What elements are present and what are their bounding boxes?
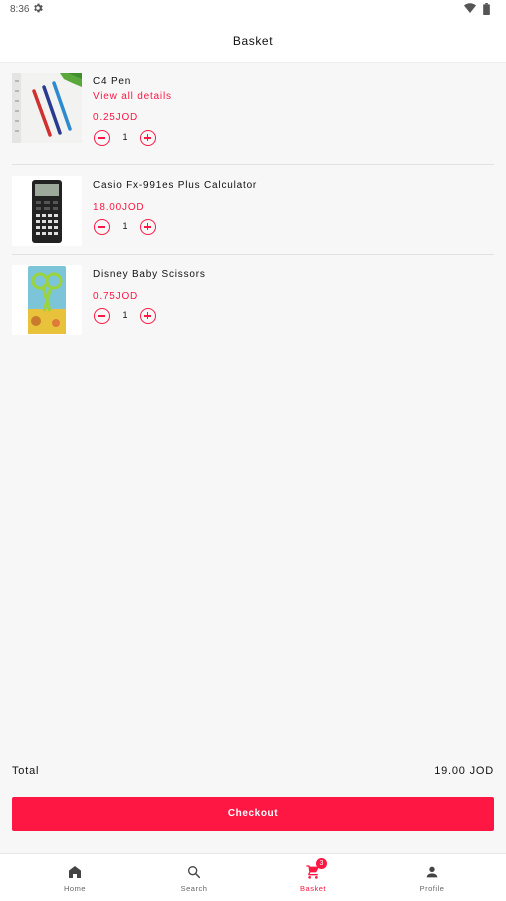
home-icon (69, 866, 81, 878)
increase-quantity-button[interactable] (140, 130, 156, 146)
quantity-stepper: 1 (94, 219, 160, 239)
nav-home[interactable]: Home (12, 854, 138, 901)
nav-basket[interactable]: 3 Basket (250, 854, 376, 901)
status-bar: 8:36 (0, 0, 506, 18)
product-image-calculator[interactable] (12, 176, 82, 246)
search-icon (188, 866, 201, 879)
quantity-stepper: 1 (94, 130, 160, 150)
gear-icon (34, 3, 43, 13)
product-price: 0.25JOD (93, 112, 139, 123)
decrease-quantity-button[interactable] (94, 130, 110, 146)
quantity-stepper: 1 (94, 308, 160, 328)
item-divider (12, 164, 494, 165)
page-title: Basket (232, 34, 274, 48)
cart-count-badge: 3 (316, 858, 327, 869)
calculator-image (12, 176, 82, 246)
product-name[interactable]: Disney Baby Scissors (93, 269, 206, 280)
increase-quantity-button[interactable] (140, 219, 156, 235)
product-image-pens[interactable] (12, 73, 82, 143)
product-image-scissors[interactable] (12, 265, 82, 335)
product-name[interactable]: Casio Fx-991es Plus Calculator (93, 180, 257, 191)
nav-home-label: Home (63, 884, 86, 893)
nav-search[interactable]: Search (131, 854, 257, 901)
nav-profile[interactable]: Profile (369, 854, 495, 901)
view-details-link[interactable]: View all details (93, 91, 172, 102)
checkout-button[interactable]: Checkout (12, 797, 494, 831)
wifi-icon (464, 3, 476, 13)
basket-item: Casio Fx-991es Plus Calculator 18.00JOD … (12, 176, 494, 256)
total-label: Total (12, 765, 40, 777)
scissors-image (12, 265, 82, 335)
decrease-quantity-button[interactable] (94, 308, 110, 324)
battery-icon (483, 3, 490, 15)
status-time: 8:36 (10, 4, 30, 15)
product-price: 18.00JOD (93, 202, 145, 213)
nav-search-label: Search (180, 884, 208, 893)
quantity-value: 1 (122, 132, 128, 142)
basket-item: C4 Pen View all details 0.25JOD 1 (12, 73, 494, 153)
product-price: 0.75JOD (93, 291, 139, 302)
product-name[interactable]: C4 Pen (93, 76, 131, 87)
quantity-value: 1 (122, 310, 128, 320)
nav-profile-label: Profile (419, 884, 445, 893)
basket-item: Disney Baby Scissors 0.75JOD 1 (12, 265, 494, 345)
decrease-quantity-button[interactable] (94, 219, 110, 235)
bottom-navigation: Home Search 3 Basket Profile (0, 853, 506, 901)
total-amount: 19.00 JOD (434, 765, 494, 777)
pens-image (12, 73, 82, 143)
nav-basket-label: Basket (300, 884, 326, 893)
app-bar: Basket (0, 18, 506, 63)
item-divider (12, 254, 494, 255)
total-row: Total 19.00 JOD (12, 765, 494, 781)
increase-quantity-button[interactable] (140, 308, 156, 324)
profile-icon (426, 866, 438, 878)
quantity-value: 1 (122, 221, 128, 231)
